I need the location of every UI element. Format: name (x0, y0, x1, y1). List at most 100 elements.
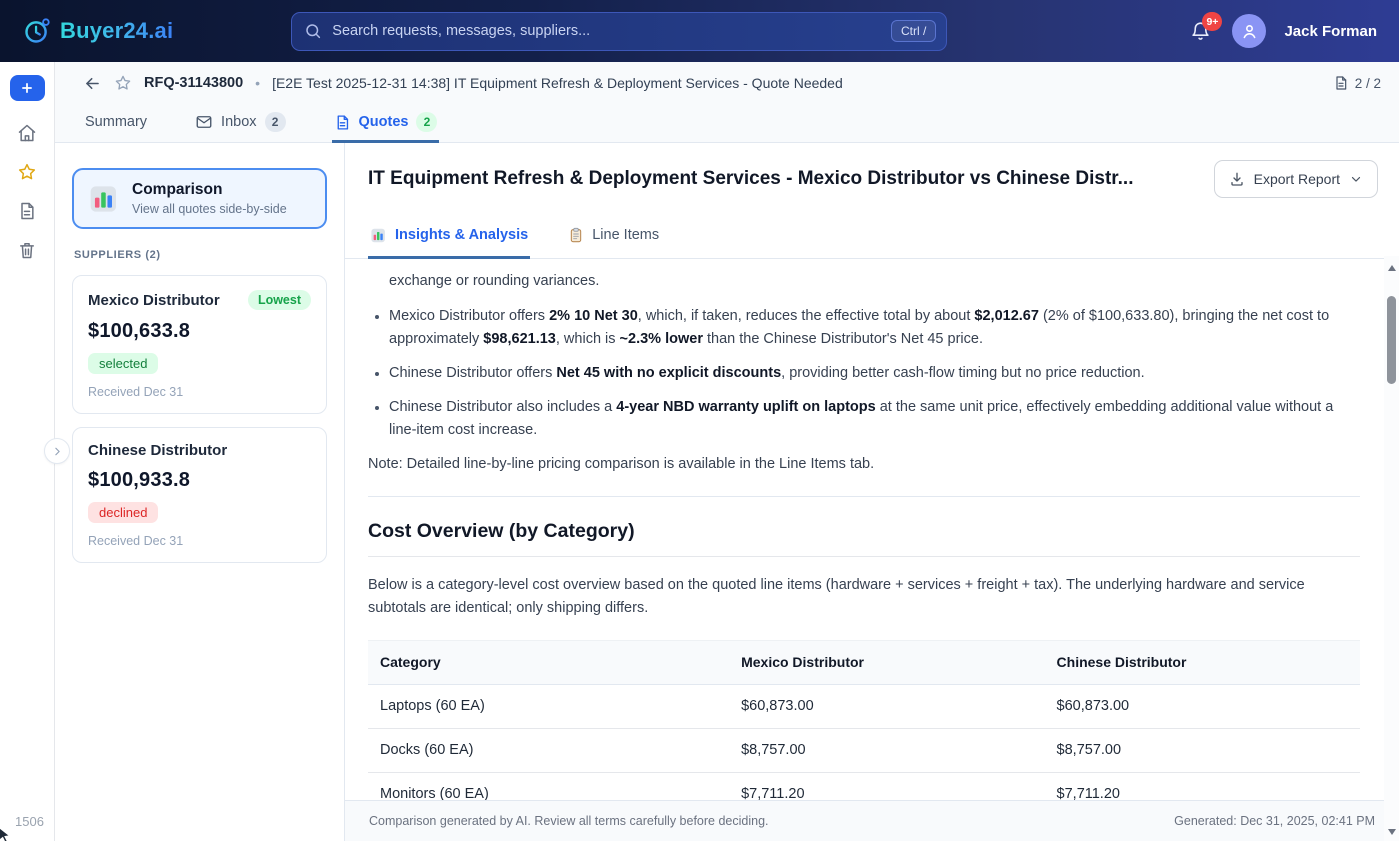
supplier-card-mexico[interactable]: Mexico Distributor Lowest $100,633.8 sel… (72, 275, 327, 414)
rfq-title: [E2E Test 2025-12-31 14:38] IT Equipment… (272, 75, 1321, 91)
clock-logo-icon (22, 16, 52, 46)
plus-icon (20, 81, 34, 95)
cost-table-body: Laptops (60 EA)$60,873.00$60,873.00Docks… (368, 685, 1360, 801)
comparison-card[interactable]: Comparison View all quotes side-by-side (72, 168, 327, 229)
status-badge-declined: declined (88, 502, 158, 523)
app-logo-text: Buyer24.ai (60, 18, 173, 44)
page-icon (1333, 75, 1349, 91)
received-date: Received Dec 31 (88, 385, 311, 399)
comparison-subtitle: View all quotes side-by-side (132, 202, 287, 216)
notification-count-badge: 9+ (1202, 12, 1222, 31)
collapse-sidebar-button[interactable] (44, 438, 70, 464)
trash-icon[interactable] (17, 240, 37, 260)
status-badge-selected: selected (88, 353, 158, 374)
supplier-name: Chinese Distributor (88, 442, 227, 459)
clipboard-icon (568, 227, 584, 243)
comparison-panel: IT Equipment Refresh & Deployment Servic… (345, 143, 1399, 841)
vertical-scrollbar[interactable] (1384, 256, 1399, 841)
table-row: Laptops (60 EA)$60,873.00$60,873.00 (368, 685, 1360, 729)
tab-summary-label: Summary (85, 114, 147, 130)
cost-overview-table: CategoryMexico DistributorChinese Distri… (368, 640, 1360, 800)
supplier-name: Mexico Distributor (88, 292, 220, 309)
note-text: Note: Detailed line-by-line pricing comp… (368, 453, 1360, 476)
person-icon (1240, 22, 1259, 41)
analysis-tab-bar: Insights & Analysis Line Items (345, 214, 1399, 259)
search-shortcut-badge: Ctrl / (891, 20, 936, 42)
table-row: Monitors (60 EA)$7,711.20$7,711.20 (368, 773, 1360, 801)
page-title: IT Equipment Refresh & Deployment Servic… (368, 168, 1133, 190)
documents-icon[interactable] (17, 201, 37, 221)
received-date: Received Dec 31 (88, 534, 311, 548)
comparison-footer: Comparison generated by AI. Review all t… (345, 800, 1399, 841)
top-navbar: Buyer24.ai Ctrl / 9+ Jack Forman (0, 0, 1399, 62)
back-button[interactable] (83, 74, 102, 93)
lowest-badge: Lowest (248, 290, 311, 310)
chevron-right-icon (51, 445, 64, 458)
favorite-star-button[interactable] (114, 74, 132, 92)
search-icon (304, 22, 322, 40)
home-icon[interactable] (17, 123, 37, 143)
rfq-id: RFQ-31143800 (144, 75, 243, 91)
insight-bullet: Chinese Distributor also includes a 4-ye… (389, 396, 1360, 442)
scroll-up-arrow[interactable] (1388, 265, 1396, 271)
document-icon (334, 114, 351, 131)
tab-inbox[interactable]: Inbox 2 (193, 104, 287, 143)
insight-bullet: Mexico Distributor offers 2% 10 Net 30, … (389, 305, 1360, 351)
tab-quotes-label: Quotes (359, 114, 409, 130)
tab-insights-analysis[interactable]: Insights & Analysis (368, 214, 530, 259)
export-report-button[interactable]: Export Report (1214, 160, 1378, 198)
user-avatar[interactable] (1232, 14, 1266, 48)
section-divider (368, 496, 1360, 497)
suppliers-section-label: SUPPLIERS (2) (74, 249, 327, 261)
export-report-label: Export Report (1254, 171, 1340, 187)
tab-quotes[interactable]: Quotes 2 (332, 104, 440, 143)
column-header: Mexico Distributor (729, 641, 1044, 685)
app-logo[interactable]: Buyer24.ai (22, 16, 173, 46)
mouse-cursor (0, 826, 14, 841)
column-header: Category (368, 641, 729, 685)
notifications-button[interactable]: 9+ (1186, 17, 1214, 45)
quotes-sidebar: Comparison View all quotes side-by-side … (55, 143, 345, 841)
insight-bullet: Chinese Distributor offers Net 45 with n… (389, 362, 1360, 385)
supplier-price: $100,633.8 (88, 320, 311, 343)
comparison-title: Comparison (132, 181, 287, 199)
global-search-input[interactable] (332, 23, 891, 39)
breadcrumb: RFQ-31143800 • [E2E Test 2025-12-31 14:3… (55, 62, 1399, 104)
breadcrumb-separator: • (255, 75, 260, 91)
download-icon (1229, 171, 1245, 187)
partial-bullet-text: exchange or rounding variances. (389, 270, 1360, 293)
column-header: Chinese Distributor (1045, 641, 1360, 685)
scroll-down-arrow[interactable] (1388, 829, 1396, 835)
envelope-icon (195, 113, 213, 131)
insights-bullets: Mexico Distributor offers 2% 10 Net 30, … (368, 305, 1360, 442)
tab-summary[interactable]: Summary (83, 104, 149, 143)
new-request-button[interactable] (10, 75, 45, 101)
table-row: Docks (60 EA)$8,757.00$8,757.00 (368, 729, 1360, 773)
bar-chart-icon (88, 183, 120, 215)
supplier-card-chinese[interactable]: Chinese Distributor $100,933.8 declined … (72, 427, 327, 563)
tab-line-items[interactable]: Line Items (566, 214, 661, 259)
scrollbar-thumb[interactable] (1387, 296, 1396, 384)
generated-timestamp: Generated: Dec 31, 2025, 02:41 PM (1174, 814, 1375, 828)
quotes-count-badge: 2 (416, 112, 437, 132)
chevron-down-icon (1349, 172, 1363, 186)
page-indicator: 2 / 2 (1355, 76, 1381, 91)
insights-content: exchange or rounding variances. Mexico D… (345, 259, 1399, 800)
cost-overview-heading: Cost Overview (by Category) (368, 520, 1360, 557)
user-name[interactable]: Jack Forman (1284, 23, 1377, 40)
favorites-star-icon[interactable] (17, 162, 37, 182)
tab-inbox-label: Inbox (221, 114, 256, 130)
inbox-count-badge: 2 (265, 112, 286, 132)
insights-chart-icon (370, 227, 387, 244)
page-number-label: 1506 (15, 814, 44, 829)
quote-pager: 2 / 2 (1333, 75, 1381, 91)
rfq-tab-bar: Summary Inbox 2 Quotes 2 (55, 104, 1399, 143)
ai-disclaimer: Comparison generated by AI. Review all t… (369, 814, 769, 828)
cost-overview-intro: Below is a category-level cost overview … (368, 574, 1360, 620)
tab-insights-label: Insights & Analysis (395, 227, 528, 243)
cost-table-head-row: CategoryMexico DistributorChinese Distri… (368, 641, 1360, 685)
global-search-bar[interactable]: Ctrl / (291, 12, 947, 51)
navbar-right-group: 9+ Jack Forman (1186, 14, 1377, 48)
supplier-price: $100,933.8 (88, 469, 311, 492)
tab-line-items-label: Line Items (592, 227, 659, 243)
